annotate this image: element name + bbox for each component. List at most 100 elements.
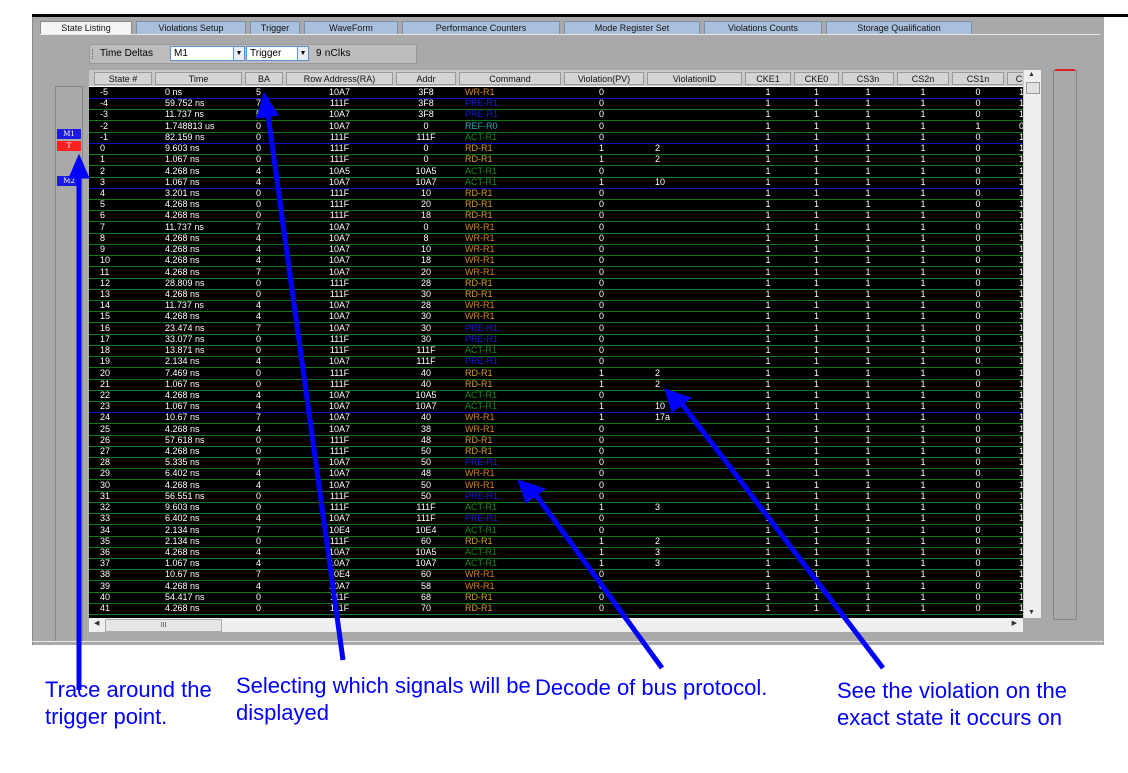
tab-mode-register-set[interactable]: Mode Register Set [564,21,700,34]
column-header-cke1[interactable]: CKE1 [745,72,791,85]
marker-m2[interactable]: M2 [57,176,81,186]
table-row[interactable]: 29 6.402 ns 4 10A7 48 WR-R1 0 1 1 1 1 0 1 [89,468,1023,481]
column-header-violationid[interactable]: ViolationID [647,72,742,85]
horizontal-scroll-thumb[interactable]: III [105,619,222,632]
horizontal-scrollbar[interactable]: ◀ III ▶ [89,618,1023,632]
table-row[interactable]: 16 23.474 ns 7 10A7 30 PRE-R1 0 1 1 1 1 0 1 [89,323,1023,335]
column-header-time[interactable]: Time [155,72,242,85]
column-header-cs2n[interactable]: CS2n [897,72,949,85]
cell-cs2n: 1 [920,524,926,535]
cell-ba: 4 [256,176,262,187]
table-row[interactable]: 31 56.551 ns 0 111F 50 PRE-R1 0 1 1 1 1 0 1 [89,491,1023,503]
tab-violations-setup[interactable]: Violations Setup [136,21,246,34]
table-row[interactable]: 4 3.201 ns 0 111F 10 RD-R1 0 1 1 1 1 0 1 [89,188,1023,200]
column-header-command[interactable]: Command [459,72,561,85]
from-marker-select[interactable]: M1 ▼ [170,46,245,61]
table-row[interactable]: 13 4.268 ns 0 111F 30 RD-R1 0 1 1 1 1 0 1 [89,289,1023,301]
cell-cs1n: 0 [975,569,981,580]
cell-cke1: 1 [765,389,771,400]
table-row[interactable]: 7 11.737 ns 7 10A7 0 WR-R1 0 1 1 1 1 0 1 [89,222,1023,234]
table-row[interactable]: -5 0 ns 5 10A7 3F8 WR-R1 0 1 1 1 1 0 1 [89,87,1023,99]
table-row[interactable]: 41 4.268 ns 0 111F 70 RD-R1 0 1 1 1 1 0 1 [89,603,1023,616]
table-row[interactable]: 33 6.402 ns 4 10A7 111F PRE-R1 0 1 1 1 1 0 1 [89,513,1023,526]
cell-command: RD-R1 [465,277,493,288]
marker-m1[interactable]: M1 [57,129,81,139]
column-header-cs1n[interactable]: CS1n [952,72,1004,85]
table-row[interactable]: 36 4.268 ns 4 10A7 10A5 ACT-R1 1 3 1 1 1 1 0 1 [89,547,1023,560]
column-header-cs3n[interactable]: CS3n [842,72,894,85]
table-row[interactable]: -2 1.748813 us 0 10A7 0 REF-R0 0 1 1 1 1 1 0 [89,121,1023,133]
table-row[interactable]: 37 1.067 ns 4 10A7 10A7 ACT-R1 1 3 1 1 1 1 0 1 [89,558,1023,571]
table-row[interactable]: 6 4.268 ns 0 111F 18 RD-R1 0 1 1 1 1 0 1 [89,210,1023,223]
cell-violation-pv: 0 [599,187,605,198]
chevron-down-icon[interactable]: ▼ [297,47,308,60]
table-row[interactable]: 20 7.469 ns 0 111F 40 RD-R1 1 2 1 1 1 1 0 1 [89,368,1023,380]
table-row[interactable]: 19 2.134 ns 4 10A7 111F PRE-R1 0 1 1 1 1 0 1 [89,356,1023,369]
table-row[interactable]: 8 4.268 ns 4 10A7 8 WR-R1 0 1 1 1 1 0 1 [89,233,1023,245]
table-row[interactable]: 38 10.67 ns 7 10E4 60 WR-R1 0 1 1 1 1 0 1 [89,569,1023,582]
table-row[interactable]: 40 54.417 ns 0 111F 68 RD-R1 0 1 1 1 1 0 1 [89,592,1023,604]
table-row[interactable]: 5 4.268 ns 0 111F 20 RD-R1 0 1 1 1 1 0 1 [89,199,1023,212]
column-header-cs[interactable]: CS [1007,72,1023,85]
table-row[interactable]: 26 57.618 ns 0 111F 48 RD-R1 0 1 1 1 1 0 1 [89,435,1023,447]
table-row[interactable]: 1 1.067 ns 0 111F 0 RD-R1 1 2 1 1 1 1 0 1 [89,154,1023,167]
table-row[interactable]: 14 11.737 ns 4 10A7 28 WR-R1 0 1 1 1 1 0 1 [89,300,1023,313]
cell-cs3n: 1 [865,389,871,400]
column-header-cke0[interactable]: CKE0 [794,72,839,85]
table-row[interactable]: 3 1.067 ns 4 10A7 10A7 ACT-R1 1 10 1 1 1 1 0 1 [89,177,1023,189]
table-row[interactable]: -1 82.159 ns 0 111F 111F ACT-R1 0 1 1 1 1 0 1 [89,132,1023,144]
table-row[interactable]: 11 4.268 ns 7 10A7 20 WR-R1 0 1 1 1 1 0 1 [89,267,1023,279]
table-row[interactable]: 30 4.268 ns 4 10A7 50 WR-R1 0 1 1 1 1 0 1 [89,480,1023,492]
tab-state-listing[interactable]: State Listing [40,21,132,34]
cell-row-address-ra: 111F [329,288,350,299]
cell-command: WR-R1 [465,468,495,479]
table-row[interactable]: 34 2.134 ns 7 10E4 10E4 ACT-R1 0 1 1 1 1 0 1 [89,525,1023,537]
table-row[interactable]: 10 4.268 ns 4 10A7 18 WR-R1 0 1 1 1 1 0 1 [89,255,1023,268]
cell-row-address-ra: 111F [329,446,350,457]
table-row[interactable]: 28 5.335 ns 7 10A7 50 PRE-R1 0 1 1 1 1 0 1 [89,457,1023,470]
toolbar-grip[interactable] [92,49,95,59]
table-row[interactable]: 27 4.268 ns 0 111F 50 RD-R1 0 1 1 1 1 0 1 [89,446,1023,459]
tab-trigger[interactable]: Trigger [250,21,300,34]
vertical-scroll-thumb[interactable] [1026,82,1040,94]
column-header-ba[interactable]: BA [245,72,283,85]
column-header-state[interactable]: State # [94,72,152,85]
scroll-down-icon[interactable]: ▼ [1028,609,1035,616]
table-row[interactable]: 32 9.603 ns 0 111F 111F ACT-R1 1 3 1 1 1 1 0 1 [89,502,1023,515]
table-row[interactable]: 35 2.134 ns 0 111F 60 RD-R1 1 2 1 1 1 1 0 1 [89,536,1023,548]
table-row[interactable]: 24 10.67 ns 7 10A7 40 WR-R1 1 17a 1 1 1 1 0 1 [89,412,1023,425]
table-row[interactable]: 39 4.268 ns 4 10A7 58 WR-R1 0 1 1 1 1 0 1 [89,581,1023,593]
table-row[interactable]: 12 28.809 ns 0 111F 28 RD-R1 0 1 1 1 1 0 1 [89,278,1023,290]
tab-storage-qualification[interactable]: Storage Qualification [826,21,972,34]
marker-trigger[interactable]: T [57,141,81,151]
column-header-violation-pv[interactable]: Violation(PV) [564,72,644,85]
table-row[interactable]: 0 9.603 ns 0 111F 0 RD-R1 1 2 1 1 1 1 0 1 [89,143,1023,156]
column-header-addr[interactable]: Addr [396,72,456,85]
to-marker-select[interactable]: Trigger ▼ [246,46,309,61]
scroll-up-icon[interactable]: ▲ [1028,71,1035,78]
table-row[interactable]: 21 1.067 ns 0 111F 40 RD-R1 1 2 1 1 1 1 0 1 [89,379,1023,391]
tab-violations-counts[interactable]: Violations Counts [704,21,822,34]
table-row[interactable]: 15 4.268 ns 4 10A7 30 WR-R1 0 1 1 1 1 0 1 [89,311,1023,324]
cell-cs3n: 1 [865,558,871,569]
chevron-down-icon[interactable]: ▼ [233,47,244,60]
table-row[interactable]: 23 1.067 ns 4 10A7 10A7 ACT-R1 1 10 1 1 1 1 0 1 [89,401,1023,414]
vertical-scrollbar[interactable]: ▲ ▼ [1023,70,1041,618]
cell-violation-pv: 0 [599,603,605,614]
column-header-row-address-ra[interactable]: Row Address(RA) [286,72,393,85]
table-row[interactable]: 22 4.268 ns 4 10A7 10A5 ACT-R1 0 1 1 1 1 0 1 [89,390,1023,402]
cell-addr: 38 [420,423,431,434]
table-row[interactable]: -3 11.737 ns 5 10A7 3F8 PRE-R1 0 1 1 1 1 0 1 [89,109,1023,122]
scroll-left-icon[interactable]: ◀ [94,619,99,627]
tab-waveform[interactable]: WaveForm [304,21,398,34]
overview-panel [1053,70,1077,620]
table-row[interactable]: 9 4.268 ns 4 10A7 10 WR-R1 0 1 1 1 1 0 1 [89,244,1023,257]
table-row[interactable]: 25 4.268 ns 4 10A7 38 WR-R1 0 1 1 1 1 0 1 [89,424,1023,436]
table-row[interactable]: 17 33.077 ns 0 111F 30 PRE-R1 0 1 1 1 1 0 1 [89,334,1023,346]
tab-performance-counters[interactable]: Performance Counters [402,21,560,34]
table-row[interactable]: 2 4.268 ns 4 10A5 10A5 ACT-R1 0 1 1 1 1 0 1 [89,166,1023,178]
scroll-right-icon[interactable]: ▶ [1012,619,1017,627]
table-row[interactable]: 18 13.871 ns 0 111F 111F ACT-R1 0 1 1 1 1 0 1 [89,345,1023,358]
table-row[interactable]: -4 59.752 ns 7 111F 3F8 PRE-R1 0 1 1 1 1 0 1 [89,98,1023,111]
cell-ba: 0 [256,535,262,546]
